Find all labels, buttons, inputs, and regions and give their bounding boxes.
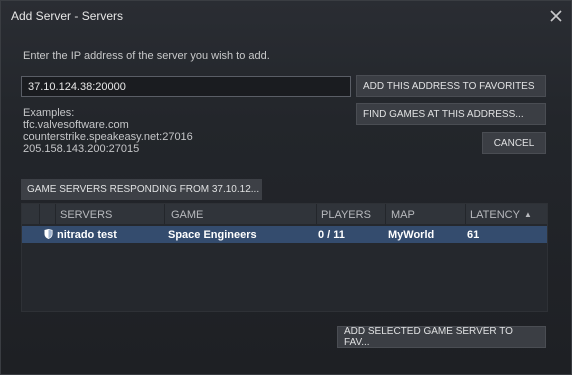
cancel-label: CANCEL xyxy=(493,137,535,149)
latency-value: 61 xyxy=(467,229,480,241)
server-list[interactable]: SERVERS GAME PLAYERS MAP LATENCY ▲ nitra… xyxy=(21,203,548,312)
table-row[interactable]: nitrado test Space Engineers 0 / 11 MyWo… xyxy=(22,226,547,243)
tab-label: GAME SERVERS RESPONDING FROM 37.10.12... xyxy=(27,184,260,195)
map-name: MyWorld xyxy=(388,229,435,241)
add-selected-label: ADD SELECTED GAME SERVER TO FAV... xyxy=(344,326,513,348)
column-divider xyxy=(55,204,56,224)
column-header-servers[interactable]: SERVERS xyxy=(60,209,112,221)
cancel-button[interactable]: CANCEL xyxy=(482,132,546,154)
column-header-latency[interactable]: LATENCY xyxy=(470,209,520,221)
ip-prompt: Enter the IP address of the server you w… xyxy=(23,50,270,62)
column-divider xyxy=(39,204,40,224)
column-divider xyxy=(385,204,386,224)
column-header-map[interactable]: MAP xyxy=(391,209,415,221)
tab-responding-servers[interactable]: GAME SERVERS RESPONDING FROM 37.10.12... xyxy=(21,179,262,200)
sort-ascending-icon: ▲ xyxy=(524,210,532,219)
ip-address-input[interactable] xyxy=(21,76,351,97)
column-divider xyxy=(164,204,165,224)
find-games-label: FIND GAMES AT THIS ADDRESS... xyxy=(363,108,524,120)
example-line: counterstrike.speakeasy.net:27016 xyxy=(23,131,193,143)
add-to-favorites-button[interactable]: ADD THIS ADDRESS TO FAVORITES xyxy=(356,75,546,97)
column-header-game[interactable]: GAME xyxy=(171,209,203,221)
player-count: 0 / 11 xyxy=(318,229,345,241)
list-header: SERVERS GAME PLAYERS MAP LATENCY ▲ xyxy=(22,204,547,224)
add-to-favorites-label: ADD THIS ADDRESS TO FAVORITES xyxy=(363,80,535,92)
column-divider xyxy=(316,204,317,224)
column-divider xyxy=(465,204,466,224)
server-name: nitrado test xyxy=(57,229,117,241)
shield-icon xyxy=(44,229,53,239)
close-icon[interactable] xyxy=(547,7,565,25)
add-selected-server-button[interactable]: ADD SELECTED GAME SERVER TO FAV... xyxy=(337,326,546,348)
example-line: tfc.valvesoftware.com xyxy=(23,119,129,131)
column-header-players[interactable]: PLAYERS xyxy=(321,209,371,221)
add-server-dialog: Add Server - Servers Enter the IP addres… xyxy=(0,0,572,375)
find-games-button[interactable]: FIND GAMES AT THIS ADDRESS... xyxy=(356,103,546,125)
examples-heading: Examples: xyxy=(23,107,75,119)
dialog-title: Add Server - Servers xyxy=(11,9,124,23)
example-line: 205.158.143.200:27015 xyxy=(23,143,140,155)
game-name: Space Engineers xyxy=(168,229,257,241)
